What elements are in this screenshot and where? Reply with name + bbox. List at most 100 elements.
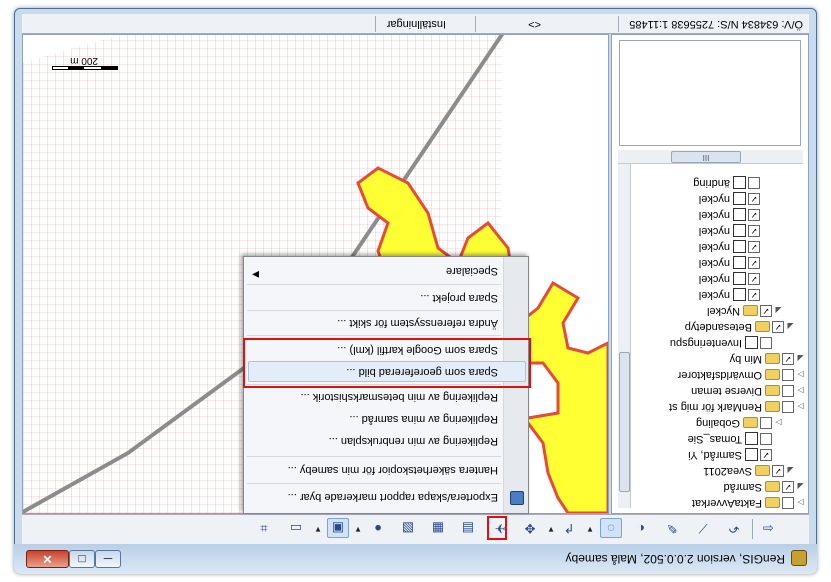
layer-tree-item[interactable]: ◢✓ Betesandetyp <box>685 319 795 334</box>
layer-checkbox[interactable]: ✓ <box>748 224 760 237</box>
layer-tree-item[interactable]: ◢✓ Nyckel <box>707 303 783 318</box>
layer-label: FaktaAvverkat <box>691 497 762 509</box>
layer-label: Tomas_Sie <box>687 433 742 445</box>
expander-icon[interactable]: ▷ <box>796 367 805 382</box>
settings-link[interactable]: Inställningar <box>387 18 446 30</box>
expander-icon[interactable]: ◢ <box>786 463 795 478</box>
dropdown-arrow-icon[interactable]: ▼ <box>353 520 363 538</box>
dropdown-arrow-icon[interactable]: ▼ <box>585 520 595 538</box>
status-separator <box>475 16 476 32</box>
layer-tree-item[interactable]: ✓ nyckel <box>699 207 771 222</box>
layer-icon <box>733 224 746 238</box>
expander-icon[interactable]: ◢ <box>786 319 795 334</box>
layer-checkbox[interactable]: ✓ <box>782 480 794 493</box>
layer-tree-item[interactable]: ◢✓ Samråd <box>723 479 805 494</box>
folder-icon <box>765 369 780 381</box>
layer-tree-item[interactable]: ändring <box>693 175 771 190</box>
export-icon[interactable]: ▣ <box>327 518 349 538</box>
layer-checkbox[interactable]: ✓ <box>772 464 784 477</box>
layer-checkbox[interactable]: ✓ <box>748 272 760 285</box>
save-icon[interactable]: ▭ <box>285 518 307 538</box>
layer-checkbox[interactable] <box>760 336 772 349</box>
layer-checkbox[interactable]: ✓ <box>748 208 760 221</box>
layer-tree-item[interactable]: ▷ Omvärldsfaktorer <box>678 367 805 382</box>
layer-tree-item[interactable]: ▷ FaktaAvverkat <box>692 495 805 510</box>
layer-label: Nyckel <box>706 305 740 317</box>
back-icon[interactable]: ⇦ <box>757 518 779 538</box>
layer-tree-item[interactable]: ◢✓ Min by <box>730 351 805 366</box>
arrows-indicator[interactable]: <> <box>528 18 541 30</box>
layer-tree-item[interactable]: Tomas_Sie <box>688 431 783 446</box>
layer-checkbox[interactable]: ✓ <box>748 256 760 269</box>
scrollbar-thumb[interactable]: III <box>671 151 741 163</box>
layer-checkbox[interactable]: ✓ <box>748 288 760 301</box>
minimize-button[interactable]: ─ <box>95 550 121 568</box>
layer-tree-item[interactable]: ▷ RenMark för mig st <box>669 399 805 414</box>
layer-checkbox[interactable]: ✓ <box>748 192 760 205</box>
select-icon[interactable]: ◌ <box>600 518 622 538</box>
layer-checkbox[interactable] <box>782 384 794 397</box>
layer-label: nyckel <box>698 273 730 285</box>
layer-checkbox[interactable]: ✓ <box>772 320 784 333</box>
menu-item-change-crs[interactable]: Ändra referenssystem för skikt ... <box>337 313 498 333</box>
gps-icon[interactable]: ✥ <box>519 518 541 538</box>
layer-tree-item[interactable]: ◢✓ Svea2011 <box>703 463 795 478</box>
dropdown-arrow-icon[interactable]: ▼ <box>546 520 556 538</box>
menu-item-save-project[interactable]: Spara projekt ... <box>420 288 498 308</box>
expander-icon[interactable]: ◢ <box>774 303 783 318</box>
layer-checkbox[interactable] <box>760 416 772 429</box>
layer-checkbox[interactable] <box>748 176 760 189</box>
world-icon[interactable]: ● <box>367 518 389 538</box>
menu-item-specialare[interactable]: Specialare <box>446 261 498 281</box>
toolbar-separator <box>752 519 753 539</box>
layer-label: nyckel <box>698 209 730 221</box>
layer-tree-item[interactable]: Inventeringspu <box>670 335 783 350</box>
zoom-extent-icon[interactable]: ⌗ <box>253 518 275 538</box>
rotate-icon[interactable]: ↶ <box>723 518 745 538</box>
folder-icon <box>743 305 758 317</box>
layers-icon[interactable]: ▧ <box>397 518 419 538</box>
layer-checkbox[interactable] <box>782 400 794 413</box>
layer-tree-item[interactable]: ✓ nyckel <box>699 191 771 206</box>
layer-checkbox[interactable]: ✓ <box>782 352 794 365</box>
layer-tree-item[interactable]: ✓ nyckel <box>699 255 771 270</box>
scrollbar-thumb[interactable] <box>619 352 630 492</box>
layer-tree-item[interactable]: ▷ Diverse teman <box>691 383 805 398</box>
maximize-button[interactable]: □ <box>69 550 95 568</box>
menu-item-backups[interactable]: Hantera säkerhetskopior för min sameby .… <box>288 460 498 480</box>
menu-item-replicate-renbruksplan[interactable]: Replikering av min renbruksplan ... <box>329 431 498 451</box>
close-button[interactable]: ✕ <box>26 550 69 568</box>
layer-tree-item[interactable]: ✓ Samråd, Yi <box>688 447 783 462</box>
expander-icon[interactable]: ◢ <box>796 351 805 366</box>
layer-checkbox[interactable]: ✓ <box>760 304 772 317</box>
edit-point-icon[interactable]: ✎ <box>661 518 683 538</box>
print-icon[interactable]: ▤ <box>457 518 479 538</box>
layer-tree-item[interactable]: ✓ nyckel <box>699 223 771 238</box>
scale-label: 200 m <box>70 55 98 66</box>
expander-icon[interactable]: ▷ <box>774 415 783 430</box>
menu-item-replicate-samrad[interactable]: Replikering av mina samråd ... <box>349 409 498 429</box>
dropdown-arrow-icon[interactable]: ▼ <box>313 520 323 538</box>
layer-tree-item[interactable]: ✓ nyckel <box>699 239 771 254</box>
layer-checkbox[interactable]: ✓ <box>748 240 760 253</box>
measure-icon[interactable]: ⟋ <box>692 518 714 538</box>
overview-map[interactable] <box>619 40 801 146</box>
grid-icon[interactable]: ▦ <box>427 518 449 538</box>
layer-icon <box>733 176 746 190</box>
layer-tree-item[interactable]: ✓ nyckel <box>699 271 771 286</box>
layer-checkbox[interactable] <box>782 368 794 381</box>
draw-line-icon[interactable]: ↱ <box>558 518 580 538</box>
menu-item-replicate-betesmark[interactable]: Replikering av min betesmarkshistorik ..… <box>301 387 498 407</box>
layer-tree-item[interactable]: ▷ Gobaling <box>696 415 783 430</box>
expander-icon[interactable]: ▷ <box>796 383 805 398</box>
layer-checkbox[interactable] <box>760 432 772 445</box>
expander-icon[interactable]: ▷ <box>796 399 805 414</box>
menu-item-export-report[interactable]: Exportera/skapa rapport markerade byar .… <box>288 487 498 507</box>
layer-checkbox[interactable]: ✓ <box>760 448 772 461</box>
expander-icon[interactable]: ▷ <box>796 495 805 510</box>
expander-icon[interactable]: ◢ <box>796 479 805 494</box>
layer-checkbox[interactable] <box>782 496 794 509</box>
layer-label: Inventeringspu <box>669 337 742 349</box>
layer-tree-item[interactable]: ✓ nyckel <box>699 287 771 302</box>
globe-icon[interactable]: ◐ <box>630 518 652 538</box>
